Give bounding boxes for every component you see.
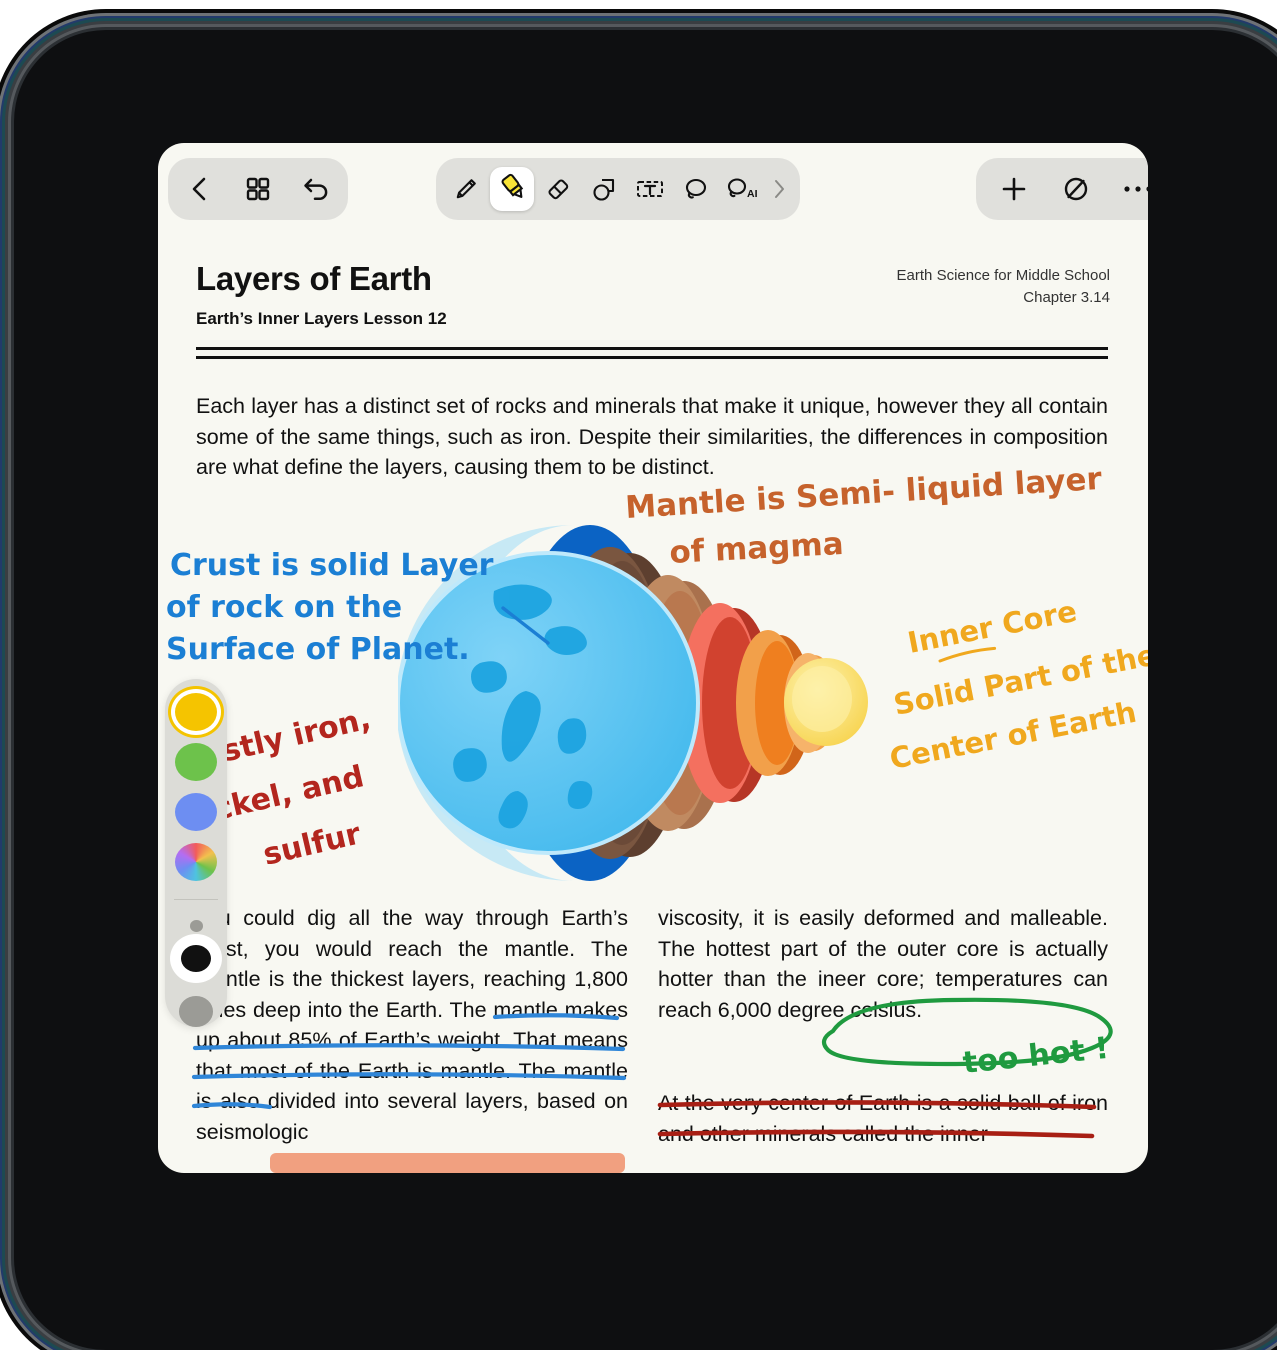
text-tool[interactable]	[628, 167, 672, 211]
stroke-width-small[interactable]	[189, 920, 203, 932]
more-options-button[interactable]	[1116, 167, 1148, 211]
annotation-composition-line3: sulfur	[260, 816, 364, 872]
shape-tool[interactable]	[582, 167, 626, 211]
earth-cutaway-diagram	[398, 525, 868, 881]
stroke-width-large[interactable]	[179, 996, 213, 1028]
undo-button[interactable]	[294, 167, 338, 211]
annotation-too-hot: too hot !	[961, 1031, 1110, 1081]
stroke-width-medium[interactable]	[181, 945, 211, 973]
swatch-green[interactable]	[175, 743, 217, 782]
annotation-inner-core-line1: Inner Core	[905, 594, 1080, 660]
tablet-screen: AI Layers of Earth Earth’s Inner Layers …	[158, 143, 1148, 1173]
swatch-blue[interactable]	[175, 793, 217, 832]
lasso-tool[interactable]	[674, 167, 718, 211]
page-meta-chapter: Chapter 3.14	[1023, 289, 1110, 306]
annotation-crust-line2: of rock on the	[166, 590, 402, 625]
highlighter-tool[interactable]	[490, 167, 534, 211]
annotation-inner-core-line3: Center of Earth	[887, 695, 1139, 776]
pages-grid-button[interactable]	[236, 167, 280, 211]
body-column-right-2: At the very center of Earth is a solid b…	[658, 1091, 1108, 1146]
svg-text:AI: AI	[747, 188, 758, 200]
page-subtitle: Earth’s Inner Layers Lesson 12	[196, 309, 447, 328]
annotation-inner-core-line2: Solid Part of the	[891, 638, 1148, 722]
palette-divider	[174, 899, 218, 901]
eraser-tool[interactable]	[536, 167, 580, 211]
body-column-right: viscosity, it is easily deformed and mal…	[658, 906, 1108, 1022]
page-meta: Earth Science for Middle School Chapter …	[897, 265, 1110, 309]
ai-lasso-tool[interactable]: AI	[720, 167, 764, 211]
pen-tool[interactable]	[444, 167, 488, 211]
inner-core-underline	[938, 646, 997, 663]
more-tools-chevron[interactable]	[766, 167, 792, 211]
back-button[interactable]	[178, 167, 222, 211]
no-fill-button[interactable]	[1054, 167, 1098, 211]
toolbar-tools-group: AI	[436, 158, 800, 220]
toolbar-right-group	[976, 158, 1148, 220]
body-column-left: you could dig all the way through Earth’…	[196, 906, 628, 1144]
salmon-highlight	[270, 1153, 625, 1173]
swatch-yellow[interactable]	[175, 693, 217, 732]
page-meta-course: Earth Science for Middle School	[896, 267, 1110, 284]
add-button[interactable]	[992, 167, 1036, 211]
header-divider	[196, 347, 1108, 359]
intro-paragraph: Each layer has a distinct set of rocks a…	[196, 394, 1108, 479]
page-title: Layers of Earth	[196, 260, 432, 297]
toolbar-left-group	[168, 158, 348, 220]
color-palette-panel	[165, 679, 227, 1028]
swatch-rainbow[interactable]	[175, 843, 217, 882]
